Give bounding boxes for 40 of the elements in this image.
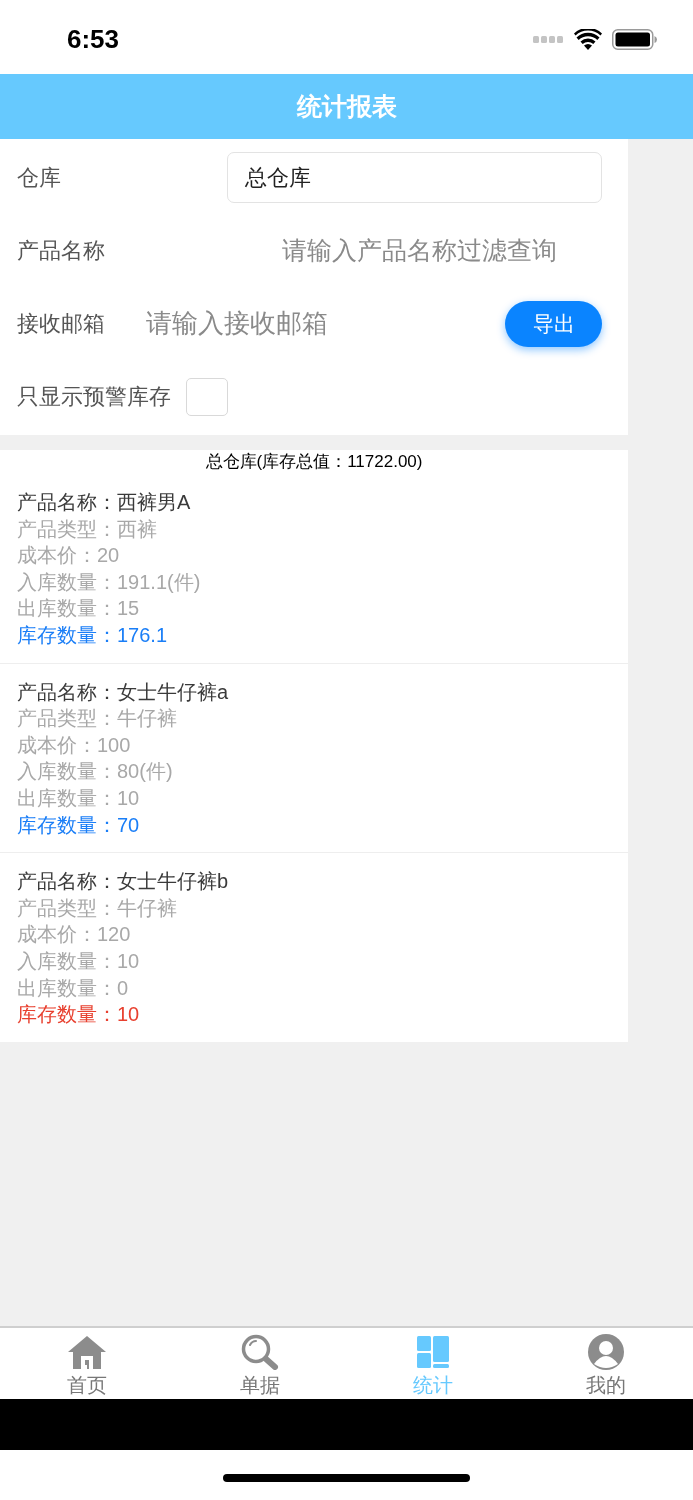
signal-dots-icon [533, 35, 564, 43]
dashboard-icon [417, 1336, 450, 1368]
cost-price: 成本价：20 [17, 543, 121, 569]
product-type: 产品类型：牛仔裤 [17, 706, 178, 732]
product-type: 产品类型：牛仔裤 [17, 895, 178, 921]
tab-item[interactable]: 首页 [0, 1328, 174, 1399]
email-label: 接收邮箱 [17, 310, 106, 338]
wifi-icon [574, 28, 602, 50]
cost-price: 成本价：100 [17, 732, 132, 758]
outbound-quantity: 出库数量：10 [17, 785, 141, 811]
stock-quantity: 库存数量：70 [17, 812, 141, 838]
home-icon [67, 1335, 106, 1369]
user-avatar-icon [588, 1334, 625, 1370]
warning-only-label: 只显示预警库存 [17, 383, 171, 411]
search-icon [240, 1334, 279, 1370]
outbound-quantity: 出库数量：0 [17, 975, 130, 1001]
warehouse-label: 仓库 [17, 164, 62, 192]
battery-icon [612, 28, 657, 50]
tab-item[interactable]: 单据 [173, 1328, 347, 1399]
product-type: 产品类型：西裤 [17, 516, 158, 542]
export-button[interactable]: 导出 [505, 300, 602, 347]
product-name: 产品名称：女士牛仔裤b [17, 869, 230, 895]
outbound-quantity: 出库数量：15 [17, 596, 141, 622]
warehouse-field[interactable]: 总仓库 [227, 152, 602, 203]
checkbox[interactable] [186, 377, 228, 416]
status-time: 6:53 [67, 22, 120, 56]
product-name: 产品名称：西裤男A [17, 490, 192, 515]
inbound-quantity: 入库数量：80(件) [17, 759, 174, 785]
inbound-quantity: 入库数量：10 [17, 948, 141, 974]
product-name-label: 产品名称 [17, 237, 106, 265]
stock-quantity: 库存数量：10 [17, 1002, 141, 1028]
cost-price: 成本价：120 [17, 922, 132, 948]
inbound-quantity: 入库数量：191.1(件) [17, 569, 202, 595]
tab-item[interactable]: 我的 [519, 1328, 693, 1399]
report-title: 总仓库(库存总值：11722.00) [204, 451, 424, 474]
product-name: 产品名称：女士牛仔裤a [17, 679, 230, 705]
page-title: 统计报表 [296, 90, 397, 122]
email-input[interactable]: 请输入接收邮箱 [146, 301, 486, 346]
stock-quantity: 库存数量：176.1 [17, 622, 169, 648]
product-name-input[interactable]: 请输入产品名称过滤查询 [227, 228, 612, 273]
